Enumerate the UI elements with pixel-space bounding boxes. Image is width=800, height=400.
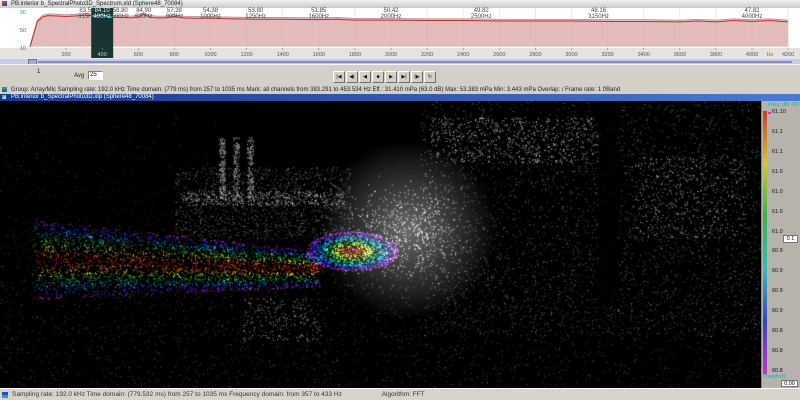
- skip-end-button[interactable]: |▶: [411, 71, 423, 83]
- scale-value: 60.9: [772, 268, 783, 275]
- scale-value: 61.1: [772, 148, 783, 155]
- svg-text:50: 50: [20, 28, 26, 34]
- scale-value: 60.8: [772, 328, 783, 335]
- scale-value: 60.9: [772, 248, 783, 255]
- bottom-status-text: Sampling rate: 192.0 kHz Time domain: (7…: [12, 391, 342, 398]
- loop-button[interactable]: ↻: [424, 71, 436, 83]
- scale-value: 60.9: [772, 288, 783, 295]
- spectrum-window-icon: [2, 1, 7, 6]
- scale-value: 60.9: [772, 308, 783, 315]
- photo3d-window-title: PB:interior b_SpectralPhoto3D.xlp (Spher…: [11, 94, 154, 100]
- bottom-status-bar: Sampling rate: 192.0 kHz Time domain: (7…: [0, 388, 800, 400]
- threshold-input[interactable]: 0.00: [781, 380, 798, 387]
- scrollbar-track[interactable]: [38, 61, 792, 63]
- scale-value: 61.0: [772, 208, 783, 215]
- skip-start-button[interactable]: |◀: [333, 71, 345, 83]
- application-window: PB:interior b_SpectralPhoto3D_Spectrum.x…: [0, 0, 800, 400]
- scale-value: 61.0: [772, 228, 783, 235]
- channel-index-label: 1: [37, 69, 41, 75]
- step-back-button[interactable]: ◀|: [346, 71, 358, 83]
- status-bar-icon: [2, 392, 8, 398]
- stop-button[interactable]: ■: [372, 71, 384, 83]
- scale-value: 61.10: [772, 109, 786, 115]
- spectrum-window-title: PB:interior b_SpectralPhoto3D_Spectrum.x…: [11, 1, 183, 7]
- scale-counter-label: 0/0: [791, 102, 799, 108]
- scale-header-label: Freq. dB: [768, 102, 790, 108]
- svg-text:90: 90: [20, 10, 26, 16]
- spectrum-chart[interactable]: 200 400 600 800 1000 1200 1400 1600 1800 2000 2200…: [0, 8, 800, 58]
- scale-value: 61.0: [772, 188, 783, 195]
- photo3d-window-icon: [2, 95, 6, 99]
- play-button[interactable]: ▶: [385, 71, 397, 83]
- spectrum-status-line: Group: Array/Mic Sampling rate: 192.0 kH…: [0, 86, 800, 94]
- photo3d-window-titlebar[interactable]: PB:interior b_SpectralPhoto3D.xlp (Spher…: [0, 94, 800, 101]
- point-cloud-view[interactable]: [0, 101, 800, 388]
- playback-toolbar: 1 Avg |◀◀|◀■▶▶||▶↻: [0, 64, 800, 87]
- avg-input[interactable]: [88, 71, 103, 80]
- scale-value: 60.8: [772, 348, 783, 355]
- step-forward-button[interactable]: ▶|: [398, 71, 410, 83]
- point-cloud-viewport: Freq. dB 0/0 61.10 61.1 61.1 61.0 61.0 61.0 61…: [0, 101, 800, 388]
- scale-value: 61.1: [772, 128, 783, 135]
- algorithm-label: Algorithm: FFT: [381, 391, 425, 398]
- color-gradient-bar[interactable]: [763, 111, 767, 374]
- transport-controls: |◀ ◀| ◀ ■ ▶ ▶| |▶ ↻: [333, 71, 436, 83]
- play-reverse-button[interactable]: ◀: [359, 71, 371, 83]
- avg-label: Avg: [74, 73, 85, 79]
- scale-value: 61.0: [772, 168, 783, 175]
- group-icon: [2, 87, 7, 92]
- spectrum-status-text: Group: Array/Mic Sampling rate: 192.0 kH…: [11, 87, 621, 93]
- spectrum-chart-panel: 200 400 600 800 1000 1200 1400 1600 1800 2000 2200…: [0, 8, 800, 58]
- scale-cursor-marker: [768, 112, 771, 114]
- svg-text:10: 10: [20, 46, 26, 52]
- scale-step-input[interactable]: 0.1: [783, 235, 798, 243]
- color-scale-panel: Freq. dB 0/0 61.10 61.1 61.1 61.0 61.0 61.0 61…: [761, 101, 800, 388]
